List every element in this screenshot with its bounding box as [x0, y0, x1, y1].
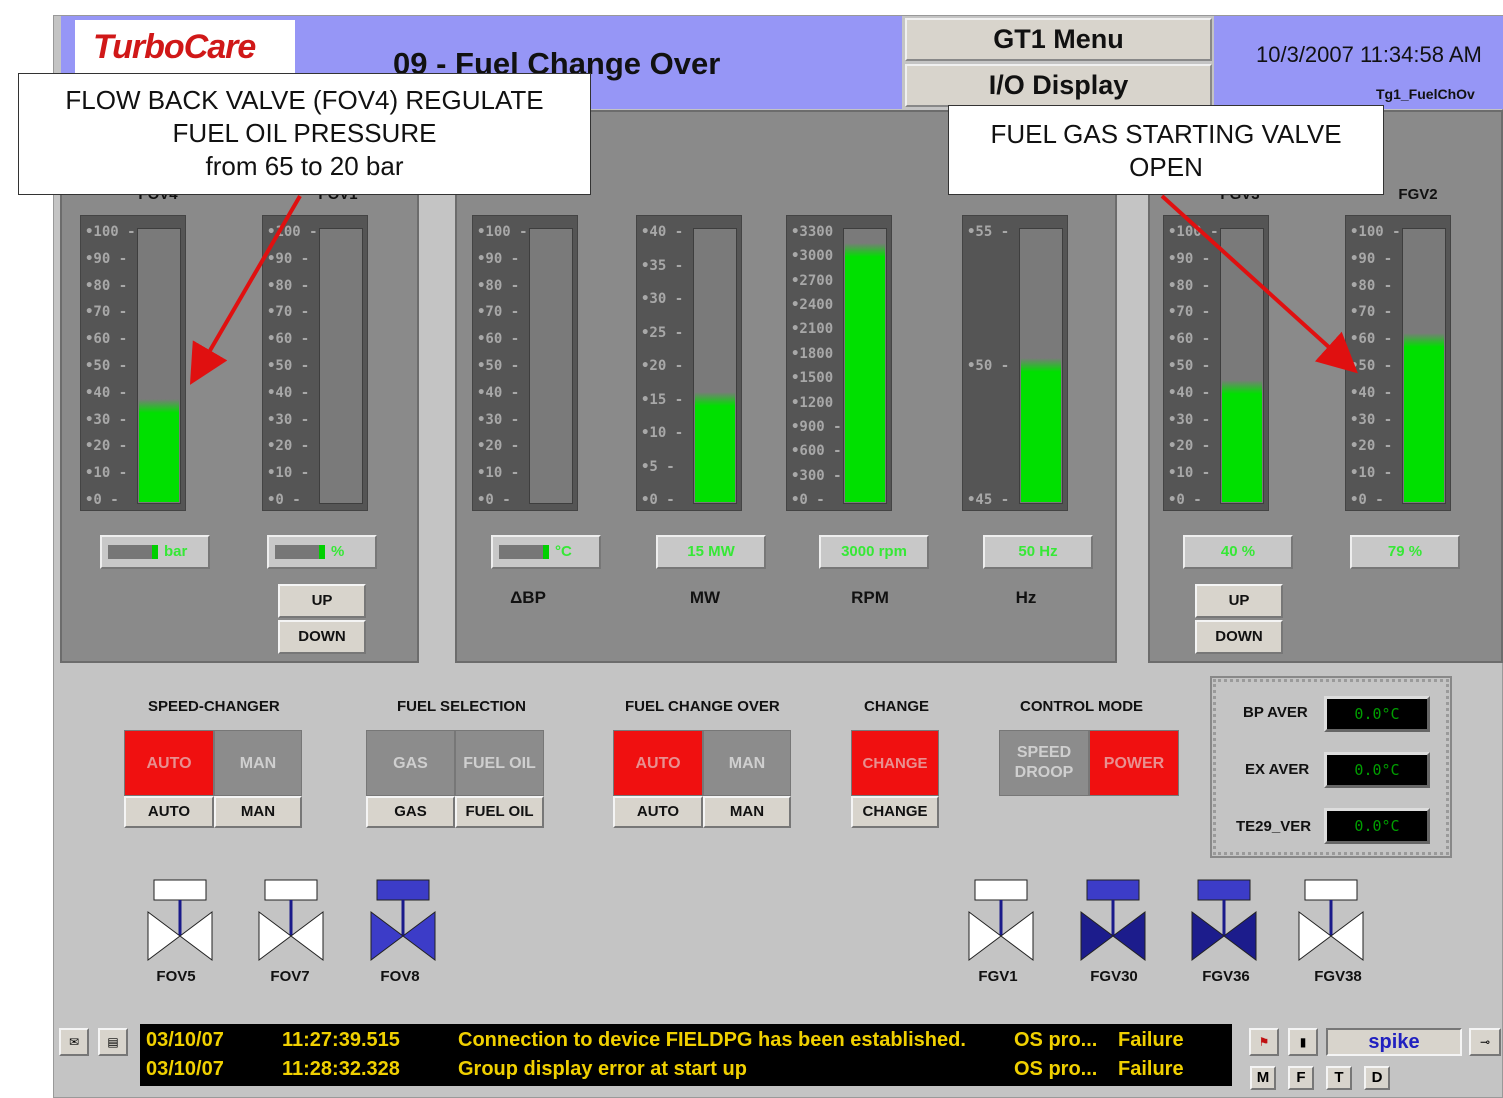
alarm-time: 11:27:39.515 — [282, 1029, 400, 1051]
valve-fgv36-label: FGV36 — [1202, 968, 1250, 985]
valve-fov5-label: FOV5 — [156, 968, 196, 985]
valve-fgv1-label: FGV1 — [978, 968, 1018, 985]
speed-changer-man-button[interactable]: MAN — [214, 796, 302, 828]
alarm-date: 03/10/07 — [146, 1058, 224, 1080]
fuel-selection-gas-state: GAS — [366, 730, 455, 796]
bottom-button-m[interactable]: M — [1250, 1066, 1276, 1090]
door-icon[interactable]: ▮ — [1288, 1028, 1318, 1056]
alarm-status: Failure — [1118, 1029, 1184, 1051]
callout-arrows — [189, 194, 1358, 385]
te29-ver-value: 0.0°C — [1324, 808, 1430, 844]
change-title: CHANGE — [864, 698, 930, 715]
arrow-to-fgv2 — [1160, 194, 1358, 374]
ex-aver-label: EX AVER — [1245, 761, 1310, 778]
alarm-source: OS pro... — [1014, 1029, 1098, 1051]
fuel-change-over-auto-state: AUTO — [613, 730, 703, 796]
alarm-list-icon[interactable]: ▤ — [98, 1028, 128, 1056]
te29-ver-label: TE29_VER — [1236, 818, 1312, 835]
fuel-change-over-auto-button[interactable]: AUTO — [613, 796, 703, 828]
bp-aver-label: BP AVER — [1243, 704, 1308, 721]
temperature-panel: BP AVER 0.0°C EX AVER 0.0°C TE29_VER 0.0… — [1210, 676, 1452, 858]
change-button[interactable]: CHANGE — [851, 796, 939, 828]
alarm-acknowledge-icon[interactable]: ✉ — [59, 1028, 89, 1056]
fuel-selection-oil-button[interactable]: FUEL OIL — [455, 796, 544, 828]
alarm-message: Group display error at start up — [458, 1058, 747, 1080]
alarm-date: 03/10/07 — [146, 1029, 224, 1051]
ex-aver-value: 0.0°C — [1324, 752, 1430, 788]
speed-changer-man-state: MAN — [214, 730, 302, 796]
alarm-time: 11:28:32.328 — [282, 1058, 400, 1080]
fuel-change-over-title: FUEL CHANGE OVER — [625, 698, 780, 715]
alarm-source: OS pro... — [1014, 1058, 1098, 1080]
valve-fov7-label: FOV7 — [270, 968, 310, 985]
scada-window: TurboCare 09 - Fuel Change Over GT1 Menu… — [0, 0, 1503, 1098]
fuel-change-over-man-state: MAN — [703, 730, 791, 796]
alarm-message-bar: 03/10/07 11:27:39.515 Connection to devi… — [140, 1024, 1232, 1086]
control-mode-speed-droop-state: SPEED DROOP — [999, 730, 1089, 796]
bottom-button-d[interactable]: D — [1364, 1066, 1390, 1090]
fuel-change-over-man-button[interactable]: MAN — [703, 796, 791, 828]
pin-icon[interactable]: ⊸ — [1469, 1028, 1501, 1056]
speed-changer-title: SPEED-CHANGER — [148, 698, 280, 715]
change-state: CHANGE — [851, 730, 939, 796]
control-mode-title: CONTROL MODE — [1020, 698, 1144, 715]
flag-icon[interactable]: ⚑ — [1249, 1028, 1279, 1056]
speed-changer-auto-state: AUTO — [124, 730, 214, 796]
speed-changer-auto-button[interactable]: AUTO — [124, 796, 214, 828]
user-field[interactable]: spike — [1326, 1028, 1462, 1056]
valve-fgv30-label: FGV30 — [1090, 968, 1138, 985]
valve-fov8-label: FOV8 — [380, 968, 420, 985]
control-mode-power-state: POWER — [1089, 730, 1179, 796]
fuel-selection-oil-state: FUEL OIL — [455, 730, 544, 796]
bottom-button-f[interactable]: F — [1288, 1066, 1314, 1090]
fuel-selection-title: FUEL SELECTION — [397, 698, 526, 715]
arrow-to-fov4 — [189, 194, 302, 385]
bp-aver-value: 0.0°C — [1324, 696, 1430, 732]
alarm-message: Connection to device FIELDPG has been es… — [458, 1029, 966, 1051]
valve-fgv38-label: FGV38 — [1314, 968, 1362, 985]
bottom-button-t[interactable]: T — [1326, 1066, 1352, 1090]
alarm-status: Failure — [1118, 1058, 1184, 1080]
fuel-selection-gas-button[interactable]: GAS — [366, 796, 455, 828]
